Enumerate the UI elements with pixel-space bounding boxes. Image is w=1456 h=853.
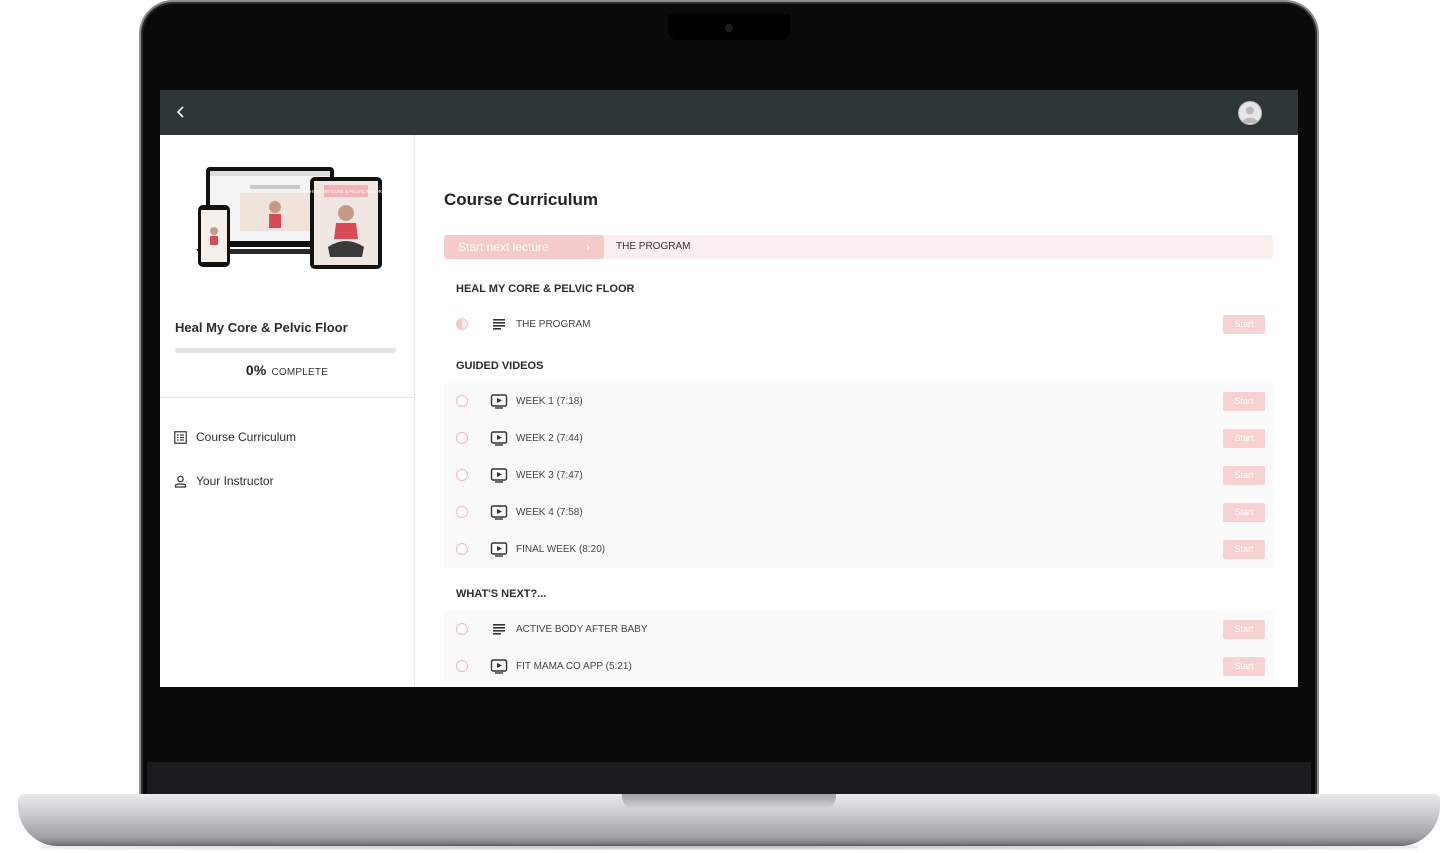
not-started-icon bbox=[456, 469, 468, 481]
not-started-icon bbox=[456, 395, 468, 407]
user-avatar[interactable] bbox=[1239, 102, 1261, 124]
start-button[interactable]: Start bbox=[1223, 392, 1265, 411]
chevron-left-icon bbox=[176, 106, 184, 118]
lecture-name: FIT MAMA CO APP (5:21) bbox=[516, 661, 632, 672]
section-title: WHAT'S NEXT?... bbox=[456, 588, 547, 600]
lecture-row[interactable]: WEEK 2 (7:44) Start bbox=[444, 420, 1273, 457]
top-bar bbox=[160, 90, 1298, 135]
start-next-lecture-button[interactable]: Start next lecture › bbox=[444, 235, 604, 259]
lecture-row[interactable]: ACTIVE BODY AFTER BABY Start bbox=[444, 611, 1273, 648]
sidebar-item-label: Your Instructor bbox=[196, 474, 274, 488]
laptop-chin bbox=[147, 762, 1311, 796]
back-button[interactable] bbox=[170, 101, 192, 123]
chevron-right-icon: › bbox=[586, 240, 590, 254]
curriculum-icon bbox=[174, 430, 187, 444]
user-icon bbox=[1242, 106, 1258, 123]
laptop-shadow bbox=[40, 844, 1418, 850]
video-lecture-icon bbox=[490, 394, 508, 409]
lecture-name: WEEK 2 (7:44) bbox=[516, 433, 583, 444]
thumbnail-title-text: HEAL MY CORE & PELVIC FLOOR bbox=[310, 189, 382, 194]
sidebar-item-your-instructor[interactable]: Your Instructor bbox=[174, 471, 274, 491]
not-started-icon bbox=[456, 660, 468, 672]
lecture-row[interactable]: WEEK 3 (7:47) Start bbox=[444, 457, 1273, 494]
lecture-name: WEEK 4 (7:58) bbox=[516, 507, 583, 518]
not-started-icon bbox=[456, 506, 468, 518]
lecture-row[interactable]: FIT MAMA CO APP (5:21) Start bbox=[444, 648, 1273, 685]
video-lecture-icon bbox=[490, 431, 508, 446]
start-button[interactable]: Start bbox=[1223, 429, 1265, 448]
lecture-row[interactable]: THE PROGRAM Start bbox=[444, 306, 1273, 343]
start-button[interactable]: Start bbox=[1223, 657, 1265, 676]
sidebar-item-label: Course Curriculum bbox=[196, 430, 297, 444]
camera-icon bbox=[725, 24, 733, 32]
next-lecture-name: THE PROGRAM bbox=[616, 241, 691, 252]
lecture-name: WEEK 1 (7:18) bbox=[516, 396, 583, 407]
page-title: Course Curriculum bbox=[444, 190, 598, 209]
start-button[interactable]: Start bbox=[1223, 503, 1265, 522]
progress-suffix: COMPLETE bbox=[271, 367, 329, 378]
start-button[interactable]: Start bbox=[1223, 466, 1265, 485]
video-lecture-icon bbox=[490, 542, 508, 557]
lecture-name: FINAL WEEK (8:20) bbox=[516, 544, 606, 555]
start-next-bar: Start next lecture › THE PROGRAM bbox=[444, 235, 1273, 259]
main-content: Course Curriculum Start next lecture › T… bbox=[415, 135, 1298, 687]
start-next-label: Start next lecture bbox=[458, 240, 549, 254]
start-button[interactable]: Start bbox=[1223, 540, 1265, 559]
lecture-row[interactable]: WEEK 4 (7:58) Start bbox=[444, 494, 1273, 531]
progress-bar bbox=[175, 348, 396, 353]
section-title: HEAL MY CORE & PELVIC FLOOR bbox=[456, 283, 635, 295]
screen: HEAL MY CORE & PELVIC FLOOR Heal My Core… bbox=[160, 90, 1298, 687]
video-lecture-icon bbox=[490, 468, 508, 483]
section-title: GUIDED VIDEOS bbox=[456, 360, 544, 372]
course-title: Heal My Core & Pelvic Floor bbox=[175, 320, 348, 335]
progress-text: 0% COMPLETE bbox=[160, 362, 414, 378]
laptop-lid-cutout bbox=[622, 794, 836, 810]
lecture-row[interactable]: WEEK 1 (7:18) Start bbox=[444, 383, 1273, 420]
text-lecture-icon bbox=[493, 319, 505, 330]
lecture-row[interactable]: FINAL WEEK (8:20) Start bbox=[444, 531, 1273, 568]
text-lecture-icon bbox=[493, 624, 505, 635]
lecture-name: ACTIVE BODY AFTER BABY bbox=[516, 624, 648, 635]
lecture-name: WEEK 3 (7:47) bbox=[516, 470, 583, 481]
start-button[interactable]: Start bbox=[1223, 620, 1265, 639]
course-thumbnail: HEAL MY CORE & PELVIC FLOOR bbox=[196, 167, 383, 269]
sidebar-divider bbox=[160, 397, 414, 398]
video-lecture-icon bbox=[490, 505, 508, 520]
instructor-icon bbox=[174, 475, 187, 488]
sidebar: HEAL MY CORE & PELVIC FLOOR Heal My Core… bbox=[160, 135, 415, 687]
not-started-icon bbox=[456, 543, 468, 555]
progress-percent: 0% bbox=[245, 362, 267, 378]
in-progress-icon bbox=[456, 318, 468, 330]
sidebar-item-course-curriculum[interactable]: Course Curriculum bbox=[174, 427, 296, 447]
lecture-name: THE PROGRAM bbox=[516, 319, 591, 330]
video-lecture-icon bbox=[490, 659, 508, 674]
start-button[interactable]: Start bbox=[1223, 315, 1265, 334]
not-started-icon bbox=[456, 623, 468, 635]
not-started-icon bbox=[456, 432, 468, 444]
